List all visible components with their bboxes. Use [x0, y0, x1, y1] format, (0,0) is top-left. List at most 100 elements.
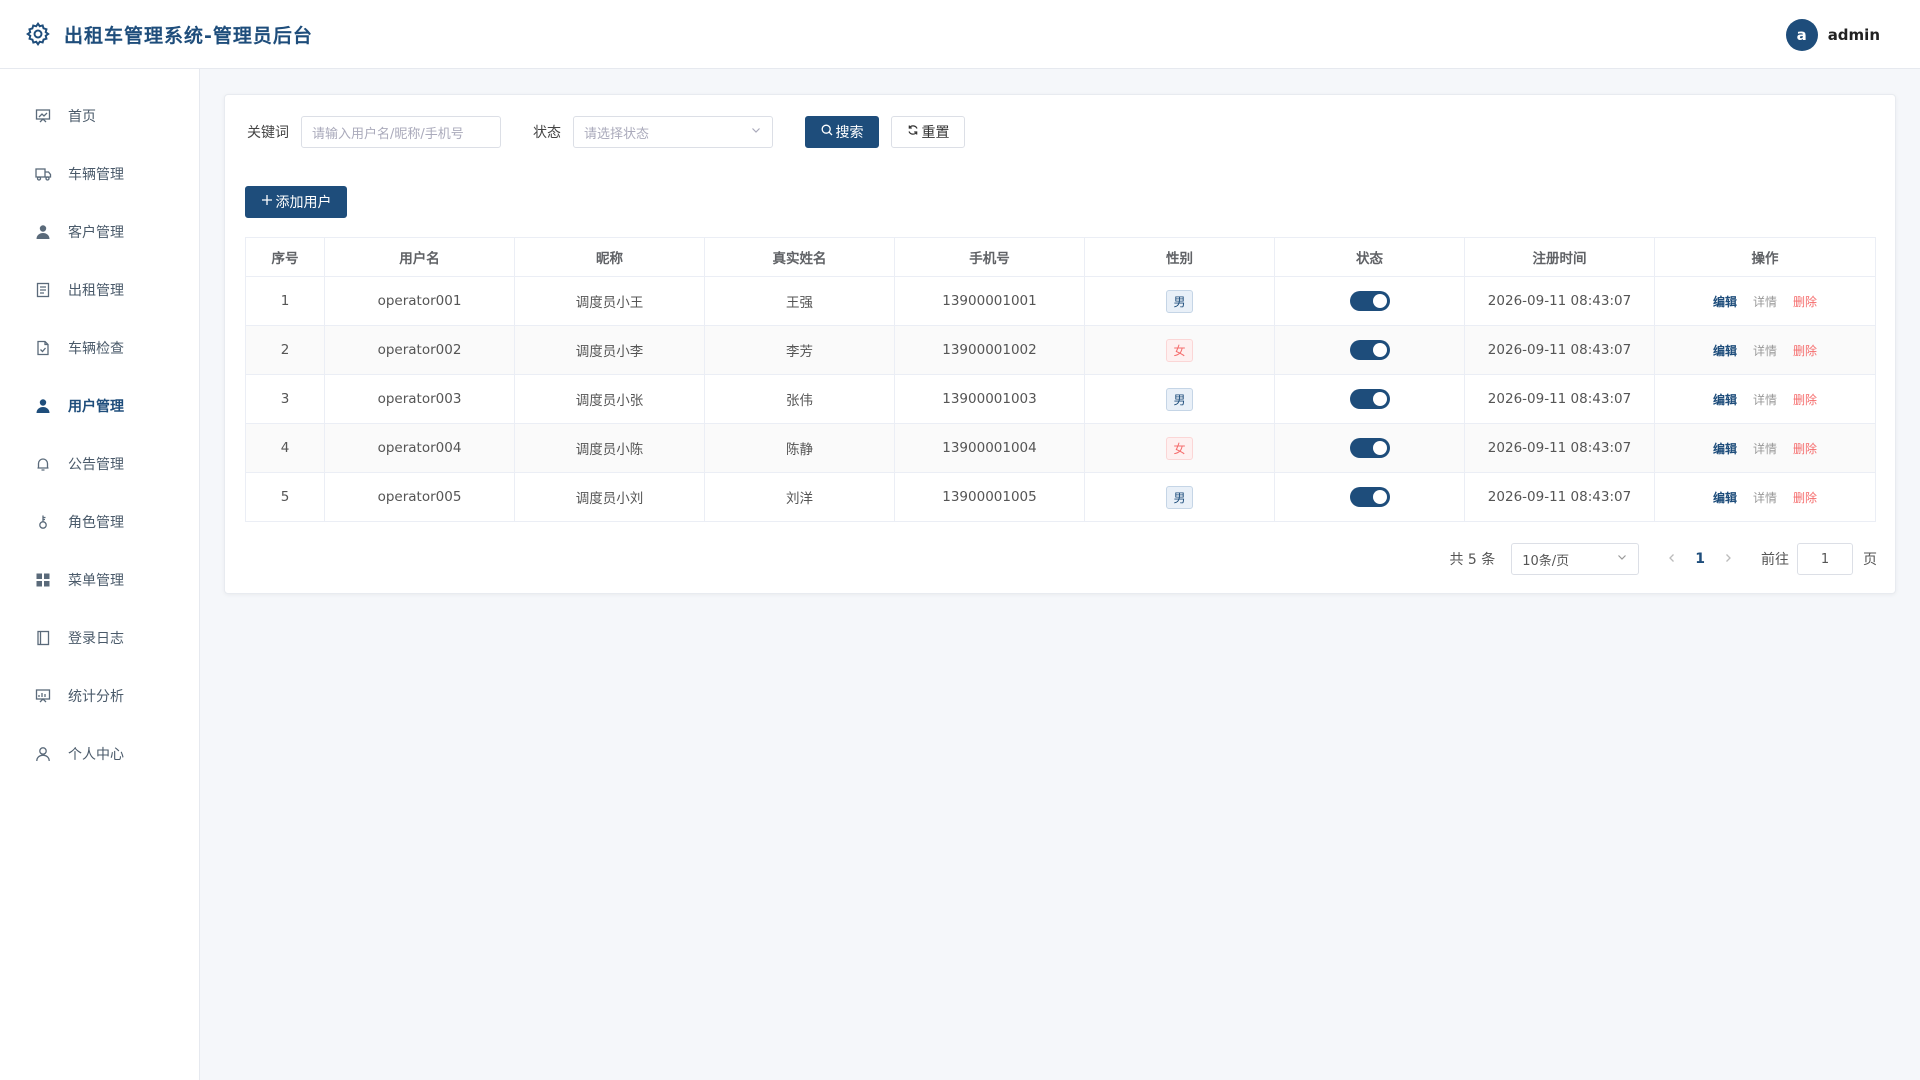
- top-header: 出租车管理系统-管理员后台 a admin: [0, 0, 1920, 69]
- key-icon: [34, 513, 52, 531]
- detail-button[interactable]: 详情: [1753, 344, 1777, 358]
- sidebar-item-rentals[interactable]: 出租管理: [0, 261, 199, 319]
- user-name[interactable]: admin: [1828, 26, 1880, 44]
- status-toggle[interactable]: [1349, 487, 1390, 507]
- edit-button[interactable]: 编辑: [1713, 442, 1737, 456]
- cell-actions: 编辑 详情 删除: [1654, 472, 1876, 522]
- cell-nickname: 调度员小王: [514, 276, 705, 326]
- refresh-icon: [907, 124, 919, 140]
- status-toggle[interactable]: [1349, 438, 1390, 458]
- sidebar-item-label: 公告管理: [68, 457, 124, 473]
- next-page-icon[interactable]: [1723, 551, 1733, 567]
- cell-phone: 13900001004: [894, 423, 1085, 473]
- cell-username: operator003: [324, 374, 515, 424]
- keyword-label: 关键词: [247, 125, 289, 141]
- status-select[interactable]: 请选择状态: [573, 116, 773, 148]
- detail-button[interactable]: 详情: [1753, 295, 1777, 309]
- table-row: 1 operator001 调度员小王 王强 13900001001 男 202…: [245, 276, 1876, 326]
- detail-button[interactable]: 详情: [1753, 442, 1777, 456]
- delete-button[interactable]: 删除: [1793, 393, 1817, 407]
- cell-realname: 陈静: [704, 423, 895, 473]
- prev-page-icon[interactable]: [1667, 551, 1677, 567]
- page-size-value: 10条/页: [1522, 553, 1570, 569]
- edit-button[interactable]: 编辑: [1713, 393, 1737, 407]
- edit-button[interactable]: 编辑: [1713, 491, 1737, 505]
- cell-username: operator002: [324, 325, 515, 375]
- gender-tag: 女: [1166, 338, 1193, 362]
- reset-button[interactable]: 重置: [891, 116, 965, 148]
- page-size-select[interactable]: 10条/页: [1511, 543, 1640, 575]
- cell-status: [1274, 276, 1465, 326]
- status-toggle[interactable]: [1349, 340, 1390, 360]
- keyword-input[interactable]: 请输入用户名/昵称/手机号: [301, 116, 501, 148]
- detail-button[interactable]: 详情: [1753, 393, 1777, 407]
- gender-tag: 男: [1166, 485, 1193, 509]
- user-menu[interactable]: a admin: [1785, 19, 1880, 51]
- cell-index: 5: [245, 472, 325, 522]
- sidebar: 首页 车辆管理 客户管理 出租管理 车辆检查 用户管理 公告管理 角色管理 菜单…: [0, 69, 200, 1080]
- delete-button[interactable]: 删除: [1793, 344, 1817, 358]
- goto-page-input[interactable]: 1: [1797, 543, 1853, 575]
- cell-nickname: 调度员小刘: [514, 472, 705, 522]
- cell-username: operator005: [324, 472, 515, 522]
- add-user-button[interactable]: 添加用户: [245, 186, 347, 218]
- search-button[interactable]: 搜索: [805, 116, 879, 148]
- cell-created: 2026-09-11 08:43:07: [1464, 325, 1655, 375]
- sidebar-item-roles[interactable]: 角色管理: [0, 493, 199, 551]
- add-user-button-label: 添加用户: [275, 195, 332, 211]
- sidebar-item-profile[interactable]: 个人中心: [0, 725, 199, 783]
- file-check-icon: [34, 339, 52, 357]
- gender-tag: 男: [1166, 387, 1193, 411]
- document-icon: [34, 281, 52, 299]
- cell-nickname: 调度员小张: [514, 374, 705, 424]
- cell-realname: 刘洋: [704, 472, 895, 522]
- sidebar-item-customers[interactable]: 客户管理: [0, 203, 199, 261]
- status-toggle[interactable]: [1349, 389, 1390, 409]
- page-number-current[interactable]: 1: [1695, 551, 1705, 567]
- search-icon: [821, 124, 833, 140]
- detail-button[interactable]: 详情: [1753, 491, 1777, 505]
- sidebar-item-inspection[interactable]: 车辆检查: [0, 319, 199, 377]
- status-label: 状态: [533, 125, 561, 141]
- delete-button[interactable]: 删除: [1793, 295, 1817, 309]
- sidebar-item-label: 车辆管理: [68, 167, 124, 183]
- users-table: 序号 用户名 昵称 真实姓名 手机号 性别 状态 注册时间 操作 1 opera…: [245, 237, 1876, 522]
- table-row: 4 operator004 调度员小陈 陈静 13900001004 女 202…: [245, 423, 1876, 473]
- column-header: 用户名: [324, 237, 515, 277]
- cell-created: 2026-09-11 08:43:07: [1464, 423, 1655, 473]
- sidebar-item-vehicles[interactable]: 车辆管理: [0, 145, 199, 203]
- user-icon: [34, 223, 52, 241]
- pagination: 共 5 条 10条/页 1 前往 1 页: [1449, 543, 1877, 575]
- cell-created: 2026-09-11 08:43:07: [1464, 276, 1655, 326]
- column-header: 注册时间: [1464, 237, 1655, 277]
- sidebar-item-home[interactable]: 首页: [0, 87, 199, 145]
- app-title: 出租车管理系统-管理员后台: [64, 24, 313, 47]
- avatar[interactable]: a: [1785, 19, 1818, 51]
- status-toggle[interactable]: [1349, 291, 1390, 311]
- cell-created: 2026-09-11 08:43:07: [1464, 374, 1655, 424]
- cell-gender: 女: [1084, 423, 1275, 473]
- sidebar-item-login-logs[interactable]: 登录日志: [0, 609, 199, 667]
- cell-index: 3: [245, 374, 325, 424]
- edit-button[interactable]: 编辑: [1713, 344, 1737, 358]
- keyword-placeholder: 请输入用户名/昵称/手机号: [312, 126, 464, 142]
- chart-board-icon: [34, 687, 52, 705]
- column-header: 昵称: [514, 237, 705, 277]
- dashboard-icon: [34, 107, 52, 125]
- sidebar-item-menus[interactable]: 菜单管理: [0, 551, 199, 609]
- sidebar-item-users[interactable]: 用户管理: [0, 377, 199, 435]
- delete-button[interactable]: 删除: [1793, 491, 1817, 505]
- sidebar-item-label: 首页: [68, 109, 96, 125]
- cell-created: 2026-09-11 08:43:07: [1464, 472, 1655, 522]
- sidebar-item-notices[interactable]: 公告管理: [0, 435, 199, 493]
- cell-status: [1274, 472, 1465, 522]
- delete-button[interactable]: 删除: [1793, 442, 1817, 456]
- sidebar-item-label: 菜单管理: [68, 573, 124, 589]
- edit-button[interactable]: 编辑: [1713, 295, 1737, 309]
- sidebar-item-label: 车辆检查: [68, 341, 124, 357]
- cell-index: 4: [245, 423, 325, 473]
- sidebar-item-label: 用户管理: [68, 399, 124, 415]
- grid-icon: [34, 571, 52, 589]
- sidebar-item-statistics[interactable]: 统计分析: [0, 667, 199, 725]
- plus-icon: [261, 194, 273, 210]
